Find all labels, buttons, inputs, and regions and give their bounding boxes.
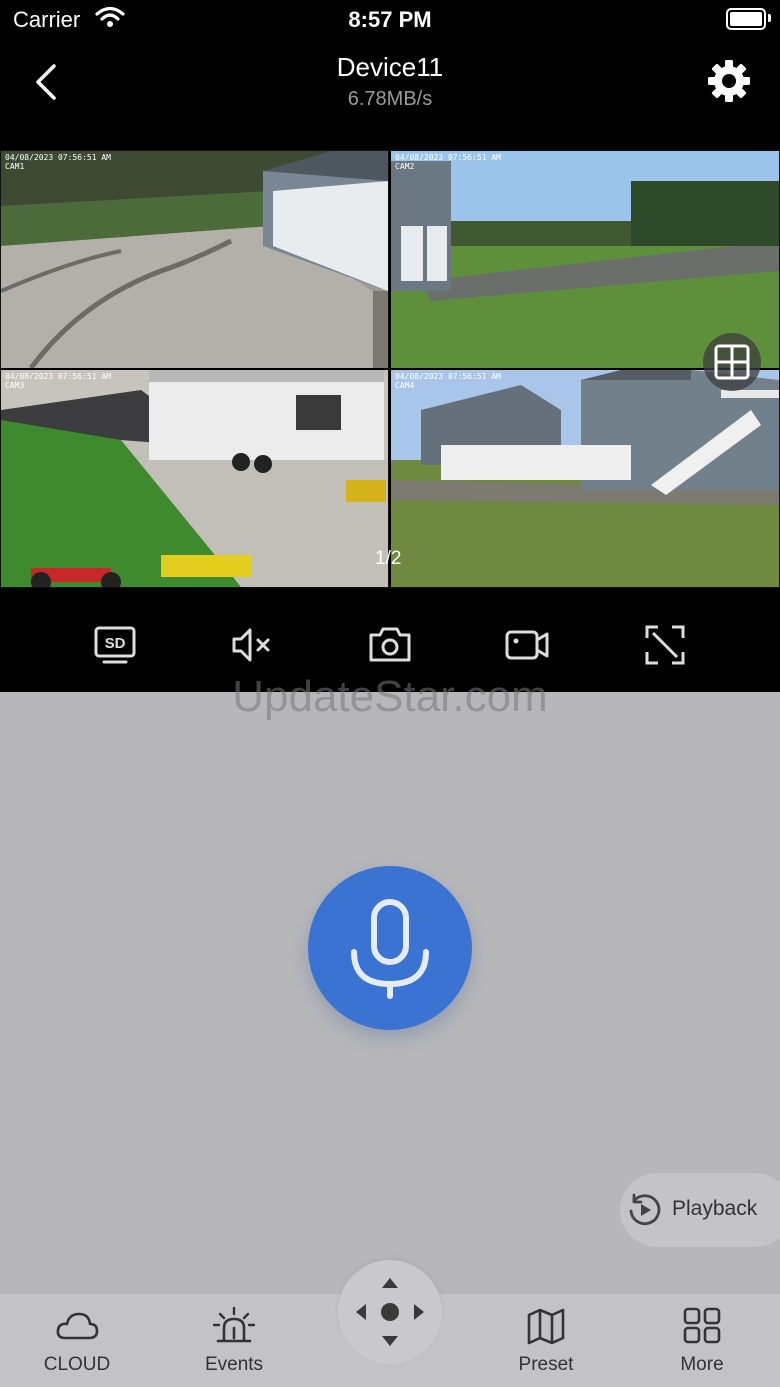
tab-more[interactable]: More	[642, 1294, 762, 1387]
camera-4-image	[391, 370, 779, 587]
camera-3-image	[1, 370, 388, 587]
grid-layout-button[interactable]	[703, 333, 761, 391]
ptz-dpad-button[interactable]	[338, 1260, 442, 1364]
camera-grid: 04/08/2023 07:56:51 AM CAM1 04/08/2023 07…	[0, 150, 780, 588]
watermark: UpdateStar.com	[232, 672, 548, 721]
snapshot-button[interactable]	[365, 620, 415, 670]
camera-feed-3[interactable]: 04/08/2023 07:56:51 AM CAM3	[1, 370, 388, 587]
tab-events-label: Events	[204, 1354, 264, 1375]
microphone-icon	[351, 899, 429, 999]
camera-1-image	[1, 151, 388, 368]
playback-icon	[629, 1193, 661, 1226]
battery-icon	[726, 8, 766, 30]
camera-feed-4[interactable]: 04/08/2023 07:56:51 AM CAM4	[391, 370, 779, 587]
alarm-siren-icon	[212, 1306, 256, 1343]
tab-more-label: More	[680, 1354, 724, 1375]
talk-button[interactable]	[308, 866, 472, 1030]
tab-cloud-label: CLOUD	[43, 1354, 111, 1375]
status-bar: Carrier 8:57 PM	[0, 0, 780, 40]
playback-label: Playback	[672, 1197, 758, 1220]
tab-events[interactable]: Events	[174, 1294, 294, 1387]
video-record-icon	[505, 630, 549, 660]
tab-cloud[interactable]: CLOUD	[17, 1294, 137, 1387]
bitrate-label: 6.78MB/s	[347, 88, 433, 110]
mute-button[interactable]	[228, 620, 278, 670]
more-grid-icon	[683, 1307, 721, 1344]
speaker-muted-icon	[232, 628, 270, 662]
settings-gear-icon[interactable]	[706, 58, 752, 104]
svg-text:SD: SD	[105, 635, 126, 652]
dpad-icon	[356, 1278, 424, 1346]
camera-feed-1[interactable]: 04/08/2023 07:56:51 AM CAM1	[1, 151, 388, 368]
map-icon	[527, 1308, 565, 1345]
tab-preset-label: Preset	[518, 1354, 574, 1375]
live-view-panel: Carrier 8:57 PM Device11 6.78MB/s 04/08/…	[0, 0, 780, 692]
record-button[interactable]	[502, 620, 552, 670]
fullscreen-button[interactable]	[640, 620, 690, 670]
cloud-icon	[56, 1312, 99, 1340]
fullscreen-icon	[645, 625, 685, 665]
sd-quality-button[interactable]: SD	[90, 620, 140, 670]
page-indicator: 1/2	[375, 548, 402, 569]
playback-button[interactable]: Playback	[620, 1173, 780, 1247]
grid-layout-icon	[714, 344, 750, 380]
tab-preset[interactable]: Preset	[486, 1294, 606, 1387]
clock: 8:57 PM	[348, 7, 432, 32]
sd-icon: SD	[94, 626, 136, 664]
device-title: Device11	[336, 52, 444, 82]
camera-icon	[369, 627, 411, 662]
